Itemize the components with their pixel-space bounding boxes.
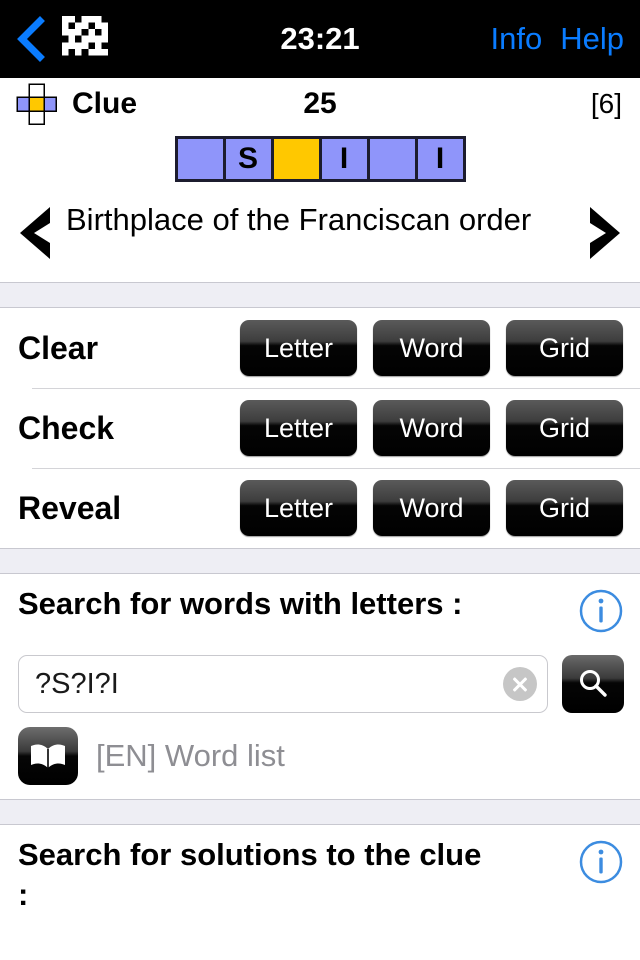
answer-cell[interactable]: [273, 139, 319, 179]
answer-cell[interactable]: [369, 139, 415, 179]
magnifier-icon: [580, 670, 607, 697]
clue-label: Clue: [72, 87, 138, 120]
action-row: Check Letter Word Grid: [0, 388, 640, 468]
action-button-group: Letter Word Grid: [240, 480, 623, 536]
word-search-header: Search for words with letters :: [18, 584, 624, 639]
action-row: Clear Letter Word Grid: [0, 308, 640, 388]
clue-header: Clue 25 [6]: [0, 78, 640, 130]
word-search-title: Search for words with letters :: [18, 586, 463, 621]
action-row-label: Check: [18, 409, 115, 446]
reveal-word-button[interactable]: Word: [373, 480, 490, 536]
clue-text[interactable]: Birthplace of the Franciscan order: [66, 198, 574, 239]
clear-circle-icon[interactable]: [503, 667, 537, 701]
clear-grid-button[interactable]: Grid: [506, 320, 623, 376]
check-word-button[interactable]: Word: [373, 400, 490, 456]
navigation-bar: 23:21 Info Help: [0, 0, 640, 78]
info-button[interactable]: Info: [491, 21, 543, 57]
check-letter-button[interactable]: Letter: [240, 400, 357, 456]
reveal-grid-button[interactable]: Grid: [506, 480, 623, 536]
crossword-grid-icon: [62, 16, 108, 62]
wordlist-row[interactable]: [EN] Word list: [18, 727, 624, 799]
clue-length: [6]: [590, 88, 622, 119]
chevron-left-icon: [20, 207, 50, 259]
clue-search-section: Search for solutions to the clue :: [0, 825, 640, 915]
letter-pattern-value: ?S?I?I: [35, 667, 119, 700]
section-divider-3: [0, 799, 640, 825]
action-row-label: Clear: [18, 329, 99, 366]
word-search-button[interactable]: [562, 655, 624, 713]
action-button-group: Letter Word Grid: [240, 320, 623, 376]
book-icon: [18, 727, 78, 785]
nav-links: Info Help: [491, 21, 624, 57]
chevron-right-icon: [590, 207, 620, 259]
clear-word-button[interactable]: Word: [373, 320, 490, 376]
previous-clue-button[interactable]: [10, 198, 66, 268]
section-divider-1: [0, 282, 640, 308]
answer-grid-strip: SII: [0, 130, 640, 192]
reveal-letter-button[interactable]: Letter: [240, 480, 357, 536]
action-button-group: Letter Word Grid: [240, 400, 623, 456]
next-clue-button[interactable]: [574, 198, 630, 268]
answer-cell[interactable]: I: [417, 139, 463, 179]
answer-cell[interactable]: [177, 139, 223, 179]
crossword-grid-button[interactable]: [58, 12, 112, 66]
back-button[interactable]: [14, 16, 48, 62]
clue-search-info-button[interactable]: [578, 839, 624, 890]
wordlist-label: [EN] Word list: [96, 738, 285, 773]
answer-cell[interactable]: S: [225, 139, 271, 179]
info-circle-icon: [579, 840, 623, 884]
clue-search-title: Search for solutions to the clue :: [18, 837, 482, 912]
action-row-label: Reveal: [18, 489, 122, 526]
clue-search-header: Search for solutions to the clue :: [18, 835, 624, 915]
info-circle-icon: [579, 589, 623, 633]
answer-cell[interactable]: I: [321, 139, 367, 179]
clear-letter-button[interactable]: Letter: [240, 320, 357, 376]
action-rows: Clear Letter Word Grid Check Letter Word Grid Re…: [0, 308, 640, 548]
letter-search-row: ?S?I?I: [18, 655, 624, 713]
section-divider-2: [0, 548, 640, 574]
help-button[interactable]: Help: [560, 21, 624, 57]
action-row: Reveal Letter Word Grid: [0, 468, 640, 548]
letter-pattern-field[interactable]: ?S?I?I: [18, 655, 548, 713]
clue-navigation-row: Birthplace of the Franciscan order: [0, 192, 640, 282]
answer-grid[interactable]: SII: [174, 136, 466, 182]
word-search-info-button[interactable]: [578, 588, 624, 639]
check-grid-button[interactable]: Grid: [506, 400, 623, 456]
crossword-cursor-icon: [16, 83, 58, 125]
chevron-left-icon: [17, 16, 45, 62]
word-search-section: Search for words with letters : ?S?I?I […: [0, 574, 640, 799]
